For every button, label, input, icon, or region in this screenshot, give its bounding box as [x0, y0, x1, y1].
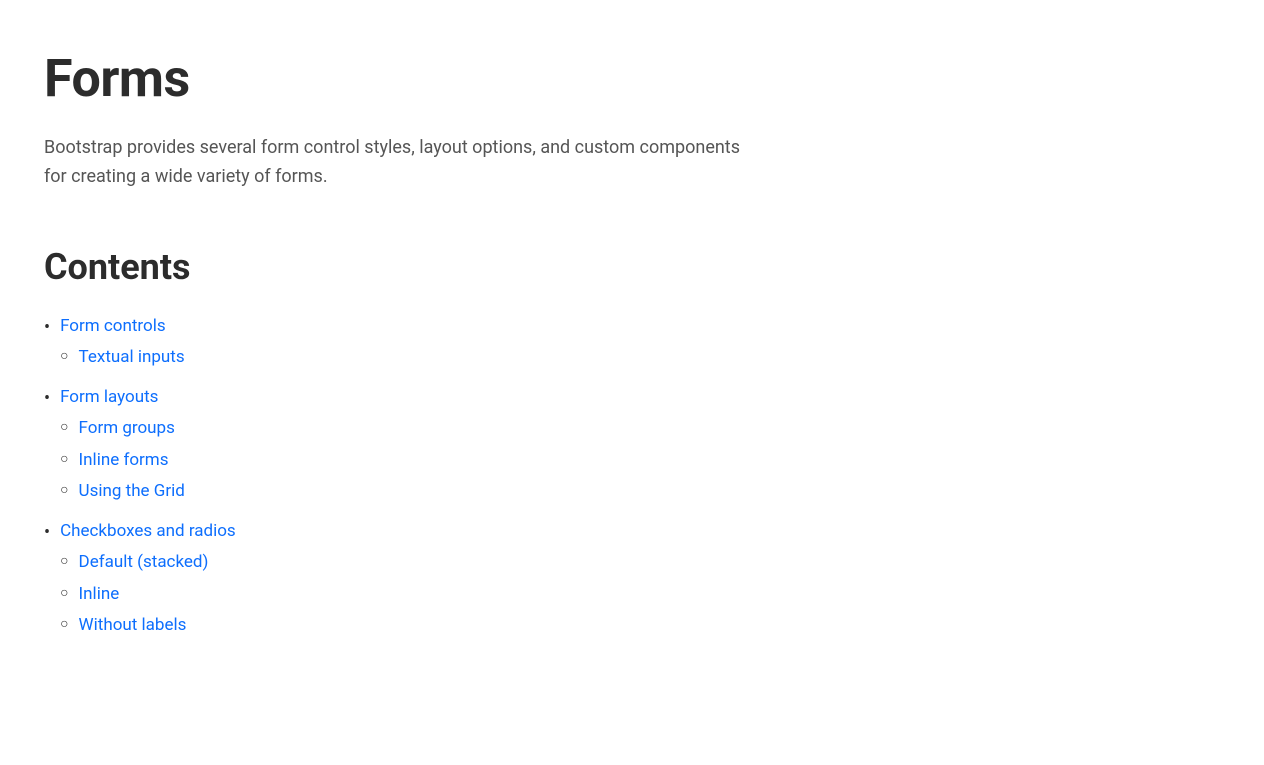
inline-forms-link[interactable]: Inline forms — [79, 448, 169, 474]
contents-list: • Form controls ○ Textual inputs • Form … — [44, 314, 1220, 645]
sub-bullet-dot: ○ — [60, 345, 68, 369]
list-item-form-groups: ○ Form groups — [60, 416, 1220, 442]
bullet-dot: • — [44, 314, 50, 341]
sub-bullet-dot: ○ — [60, 416, 68, 440]
form-controls-sublist: ○ Textual inputs — [60, 345, 1220, 371]
list-item-checkboxes-and-radios: • Checkboxes and radios ○ Default (stack… — [44, 519, 1220, 645]
contents-heading: Contents — [44, 240, 1220, 294]
sub-bullet-dot: ○ — [60, 613, 68, 637]
sub-bullet-dot: ○ — [60, 479, 68, 503]
default-stacked-link[interactable]: Default (stacked) — [79, 550, 209, 576]
list-item-using-the-grid: ○ Using the Grid — [60, 479, 1220, 505]
list-item-without-labels: ○ Without labels — [60, 613, 1220, 639]
form-groups-link[interactable]: Form groups — [79, 416, 175, 442]
list-item-form-layouts: • Form layouts ○ Form groups ○ Inline fo… — [44, 385, 1220, 511]
using-the-grid-link[interactable]: Using the Grid — [79, 479, 185, 505]
bullet-dot: • — [44, 519, 50, 546]
list-item-form-controls: • Form controls ○ Textual inputs — [44, 314, 1220, 377]
page-title: Forms — [44, 40, 1220, 118]
sub-bullet-dot: ○ — [60, 550, 68, 574]
checkboxes-and-radios-sublist: ○ Default (stacked) ○ Inline ○ Without l… — [60, 550, 1220, 639]
textual-inputs-link[interactable]: Textual inputs — [79, 345, 185, 371]
list-item-inline-forms: ○ Inline forms — [60, 448, 1220, 474]
form-layouts-sublist: ○ Form groups ○ Inline forms ○ Using the… — [60, 416, 1220, 505]
without-labels-link[interactable]: Without labels — [79, 613, 187, 639]
form-layouts-link[interactable]: Form layouts — [60, 387, 158, 407]
page-description: Bootstrap provides several form control … — [44, 134, 744, 192]
bullet-dot: • — [44, 385, 50, 412]
sub-bullet-dot: ○ — [60, 582, 68, 606]
checkboxes-and-radios-link[interactable]: Checkboxes and radios — [60, 521, 236, 541]
list-item-default-stacked: ○ Default (stacked) — [60, 550, 1220, 576]
form-controls-link[interactable]: Form controls — [60, 316, 166, 336]
list-item-textual-inputs: ○ Textual inputs — [60, 345, 1220, 371]
inline-link[interactable]: Inline — [79, 582, 120, 608]
list-item-inline: ○ Inline — [60, 582, 1220, 608]
sub-bullet-dot: ○ — [60, 448, 68, 472]
